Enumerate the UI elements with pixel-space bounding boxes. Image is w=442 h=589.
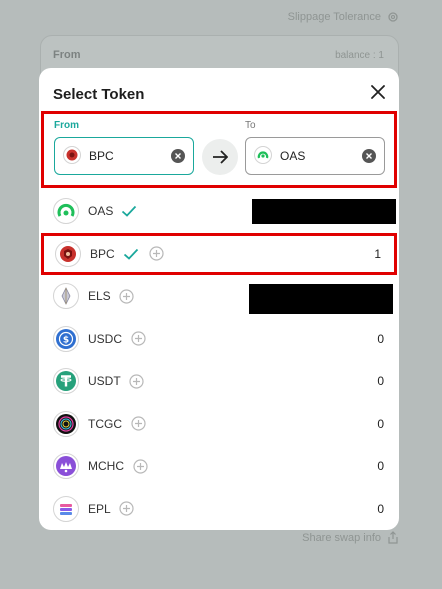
from-token-symbol: BPC [89, 149, 114, 163]
share-label: Share swap info [302, 531, 381, 544]
token-row-epl[interactable]: EPL 0 [39, 488, 399, 531]
token-pair-selector: From To BPC OAS [41, 111, 397, 188]
check-icon [123, 246, 139, 262]
token-symbol: BPC [90, 246, 115, 261]
slippage-label: Slippage Tolerance [287, 11, 381, 23]
token-symbol: USDT [88, 374, 121, 389]
token-row-usdc[interactable]: $ USDC 0 [39, 318, 399, 361]
redacted-balance [249, 284, 393, 314]
close-icon[interactable] [369, 83, 387, 101]
from-card-label: From [53, 49, 81, 61]
epl-token-icon [53, 495, 79, 522]
usdt-token-icon [53, 368, 79, 395]
token-balance: 0 [377, 331, 384, 346]
add-token-icon[interactable] [130, 331, 146, 347]
token-symbol: ELS [88, 289, 111, 304]
tcgc-token-icon [53, 410, 79, 437]
add-token-icon[interactable] [119, 501, 135, 517]
add-token-icon[interactable] [132, 458, 148, 474]
slippage-tolerance: Slippage Tolerance [288, 11, 399, 23]
token-symbol: EPL [88, 501, 111, 516]
arrow-right-icon [213, 150, 228, 164]
share-icon [388, 531, 398, 544]
add-token-icon[interactable] [149, 246, 165, 262]
oas-token-icon [254, 145, 272, 167]
token-list: OAS BPC 1 ELS $ USDC 0 USDT 0 TCGC 0 MCH… [39, 190, 399, 530]
token-balance: 0 [377, 374, 384, 389]
check-icon [121, 203, 137, 219]
share-swap-info[interactable]: Share swap info [302, 531, 399, 544]
token-balance: 0 [377, 501, 384, 516]
add-token-icon[interactable] [130, 416, 146, 432]
usdc-token-icon: $ [53, 325, 79, 352]
modal-title: Select Token [53, 86, 145, 103]
token-symbol: MCHC [88, 459, 124, 474]
token-row-bpc[interactable]: BPC 1 [41, 232, 397, 275]
bpc-token-icon [63, 145, 81, 167]
select-token-modal: Select Token From To BPC OAS OAS BPC 1 E… [39, 68, 399, 530]
token-row-mchc[interactable]: MCHC 0 [39, 445, 399, 488]
gear-icon [388, 12, 398, 22]
to-label: To [245, 120, 256, 131]
els-token-icon [53, 283, 79, 310]
clear-from-icon[interactable] [171, 149, 185, 163]
svg-text:$: $ [63, 335, 69, 345]
swap-direction-button[interactable] [202, 139, 238, 175]
token-row-els[interactable]: ELS [39, 275, 399, 318]
oas-token-icon [53, 198, 79, 225]
from-label: From [54, 120, 79, 131]
clear-to-icon[interactable] [362, 149, 376, 163]
token-row-tcgc[interactable]: TCGC 0 [39, 403, 399, 446]
token-symbol: TCGC [88, 416, 122, 431]
token-balance: 1 [374, 246, 381, 261]
to-token-symbol: OAS [280, 149, 306, 163]
token-symbol: USDC [88, 331, 123, 346]
token-row-oas[interactable]: OAS [39, 190, 399, 233]
bpc-token-icon [55, 240, 81, 267]
add-token-icon[interactable] [129, 373, 145, 389]
token-row-usdt[interactable]: USDT 0 [39, 360, 399, 403]
from-balance: balance : 1 [335, 50, 384, 61]
token-symbol: OAS [88, 204, 114, 219]
to-token-field[interactable]: OAS [245, 137, 385, 175]
mchc-token-icon [53, 453, 79, 480]
add-token-icon[interactable] [119, 288, 135, 304]
redacted-balance [252, 199, 396, 224]
token-balance: 0 [377, 416, 384, 431]
token-balance: 0 [377, 459, 384, 474]
from-token-field[interactable]: BPC [54, 137, 194, 175]
